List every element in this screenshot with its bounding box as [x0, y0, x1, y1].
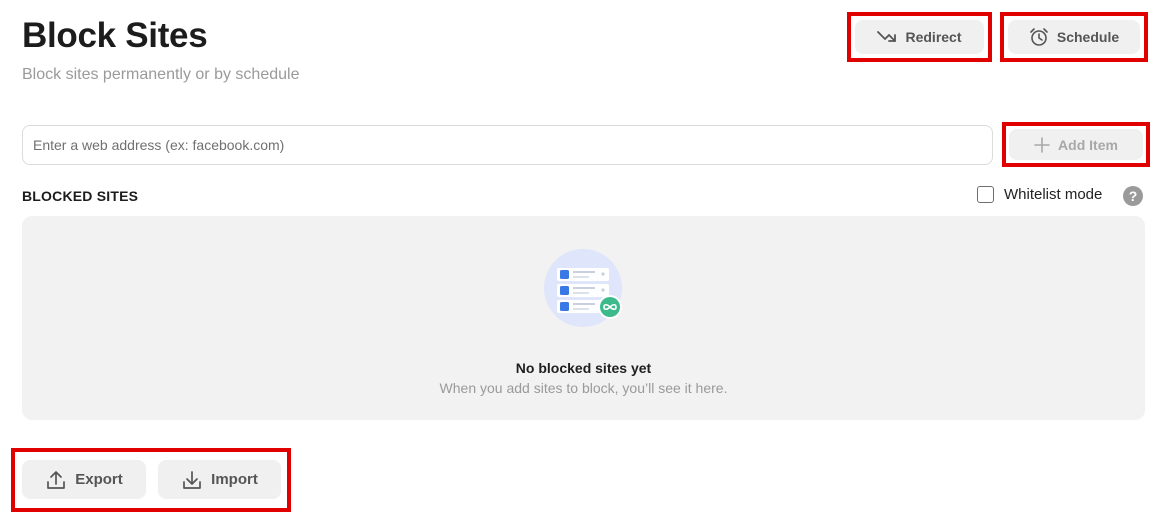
add-item-button-label: Add Item: [1058, 136, 1118, 153]
empty-state-description: When you add sites to block, you’ll see …: [439, 380, 728, 396]
blocked-sites-empty-panel: No blocked sites yet When you add sites …: [22, 216, 1145, 420]
redirect-button-label: Redirect: [905, 29, 962, 45]
import-button[interactable]: Import: [158, 460, 281, 499]
block-sites-page: Block Sites Block sites permanently or b…: [0, 0, 1171, 514]
export-button[interactable]: Export: [22, 460, 146, 499]
download-icon: [183, 470, 202, 489]
add-item-button[interactable]: Add Item: [1009, 129, 1143, 160]
blocked-sites-heading: BLOCKED SITES: [22, 188, 139, 204]
schedule-button[interactable]: Schedule: [1008, 20, 1140, 54]
redirect-button[interactable]: Redirect: [855, 20, 984, 54]
schedule-button-label: Schedule: [1056, 29, 1120, 45]
blocked-list-illustration: [544, 249, 622, 327]
help-icon[interactable]: ?: [1123, 186, 1143, 206]
whitelist-mode-label: Whitelist mode: [1004, 186, 1103, 203]
plus-icon: [1034, 136, 1050, 153]
upload-icon: [47, 470, 66, 489]
export-button-label: Export: [75, 471, 123, 488]
web-address-input[interactable]: [22, 125, 993, 165]
page-title: Block Sites: [22, 16, 208, 55]
whitelist-mode-toggle[interactable]: Whitelist mode: [977, 186, 1102, 203]
alarm-clock-icon: [1030, 28, 1048, 46]
empty-state-title: No blocked sites yet: [515, 360, 652, 376]
import-button-label: Import: [211, 471, 258, 488]
whitelist-mode-checkbox[interactable]: [977, 186, 994, 203]
redirect-arrow-icon: [877, 31, 897, 42]
page-subtitle: Block sites permanently or by schedule: [22, 66, 300, 83]
